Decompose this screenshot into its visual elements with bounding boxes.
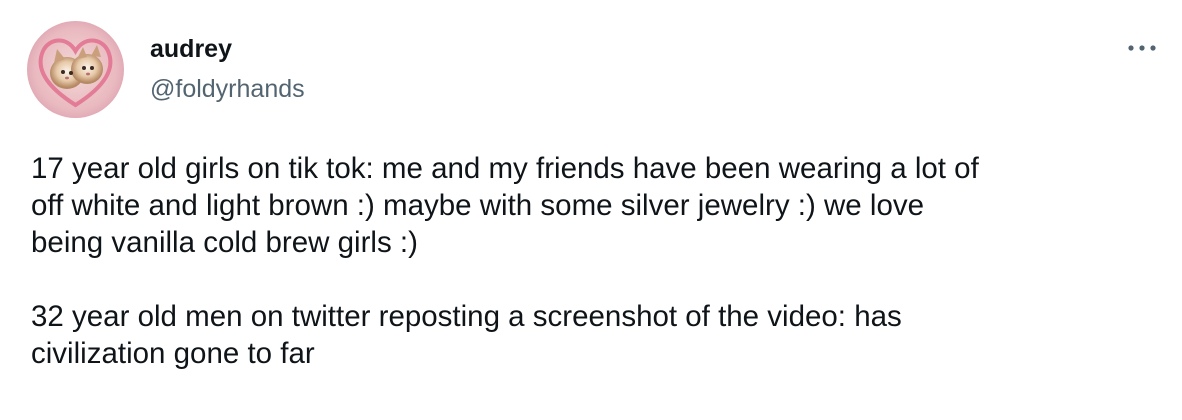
tweet-paragraph: 32 year old men on twitter reposting a s… [31, 300, 902, 370]
tweet-paragraph: 17 year old girls on tik tok: me and my … [31, 152, 979, 259]
author-avatar[interactable] [27, 21, 124, 118]
author-handle[interactable]: @foldyrhands [150, 74, 305, 104]
cat-heart-avatar-icon [27, 21, 124, 118]
more-options-icon [1128, 45, 1156, 51]
tweet-card: audrey @foldyrhands 17 year old girls on… [0, 0, 1182, 420]
more-options-button[interactable] [1124, 38, 1160, 58]
tweet-text: 17 year old girls on tik tok: me and my … [31, 150, 1161, 372]
author-display-name[interactable]: audrey [150, 34, 232, 64]
